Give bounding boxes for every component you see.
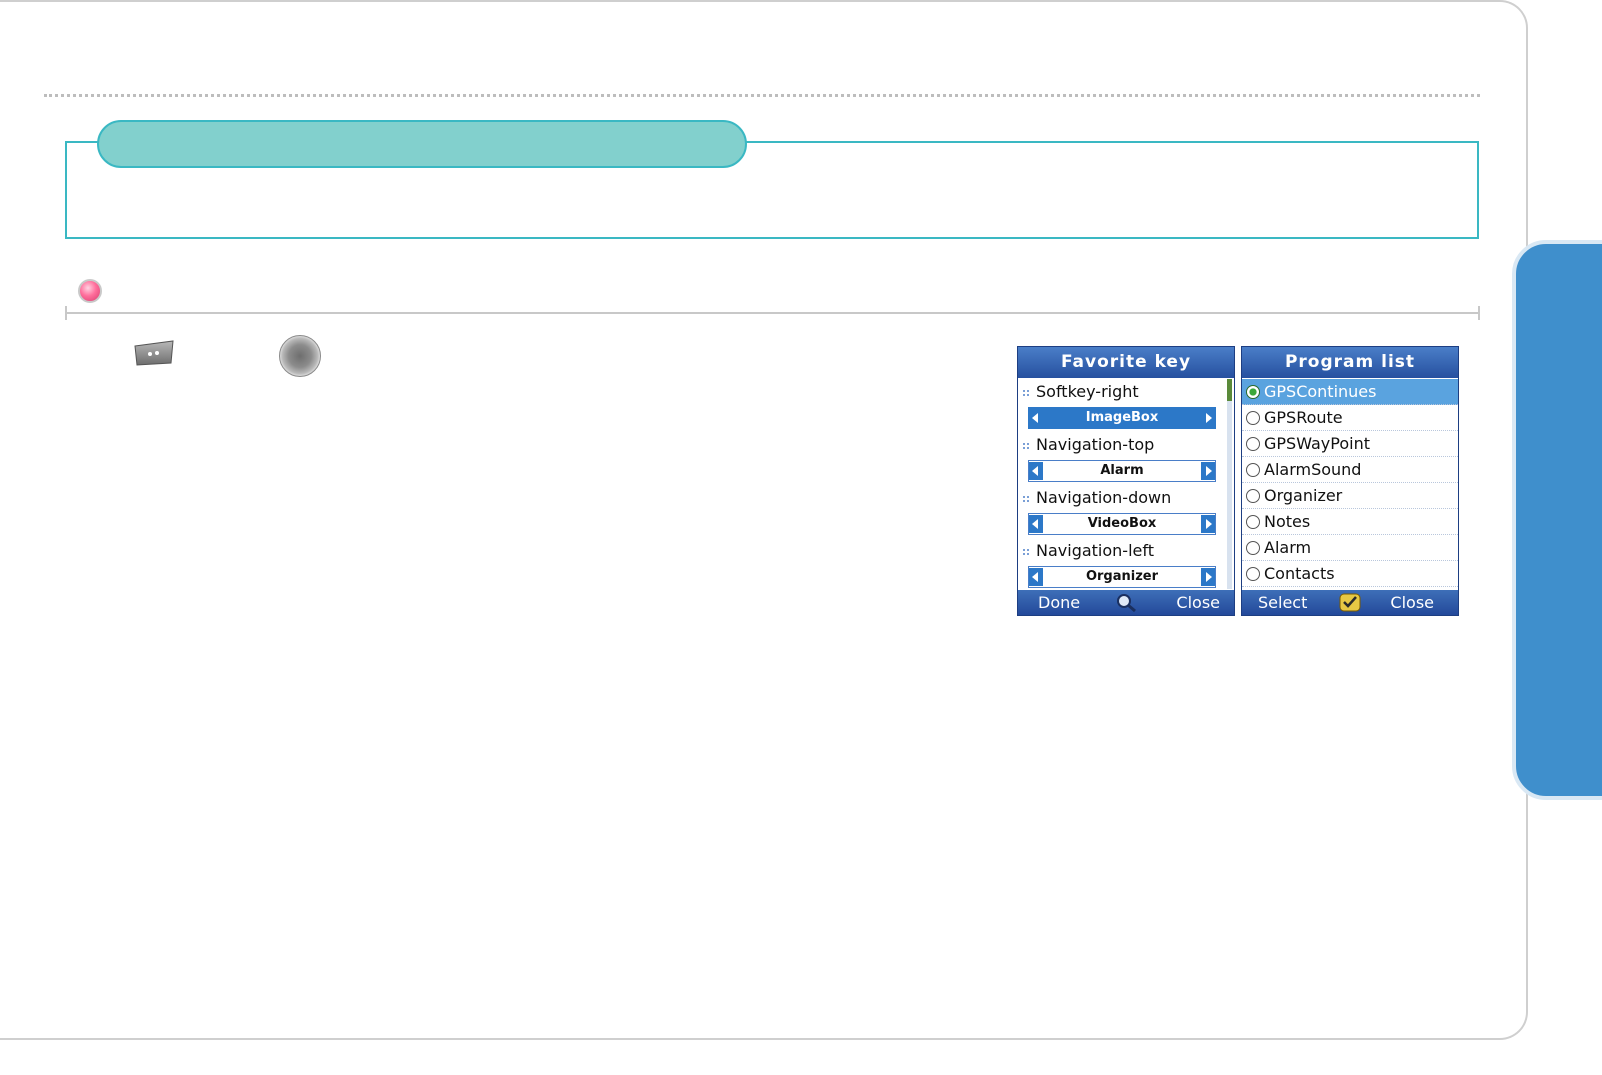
program-list-item[interactable]: GPSWayPoint [1242,431,1458,457]
radio-icon[interactable] [1246,515,1260,529]
program-label: Notes [1264,512,1311,531]
chapter-side-tab[interactable] [1512,240,1602,800]
radio-selected-icon[interactable] [1246,385,1260,399]
divider-cap-right [1478,306,1480,320]
favorite-item-label: Navigation-down [1022,485,1171,511]
program-list-item[interactable]: GPSContinues [1242,379,1458,405]
radio-icon[interactable] [1246,437,1260,451]
program-label: GPSRoute [1264,408,1343,427]
arrow-left-icon[interactable] [1029,462,1043,480]
program-list-item[interactable]: Contacts [1242,561,1458,587]
favorite-key-screen: Favorite key Softkey-right ImageBox Navi… [1017,346,1235,616]
program-list-item[interactable]: Notes [1242,509,1458,535]
screen-title: Program list [1242,347,1458,378]
program-list-screen: Program list GPSContinues GPSRoute GPSWa… [1241,346,1459,616]
scrollbar-thumb[interactable] [1227,379,1232,401]
softkey-select[interactable]: Select [1258,590,1307,615]
radio-icon[interactable] [1246,411,1260,425]
arrow-left-icon[interactable] [1029,409,1043,427]
selector-value: VideoBox [1087,516,1157,531]
softkey-bar: Done Close [1018,590,1234,615]
program-label: Contacts [1264,564,1335,583]
selector-value: Organizer [1085,569,1159,584]
favorite-item-label: Softkey-right [1022,379,1139,405]
divider-cap-left [65,306,67,320]
arrow-left-icon[interactable] [1029,515,1043,533]
favorite-value-selector[interactable]: Alarm [1028,460,1216,482]
arrow-right-icon[interactable] [1201,568,1215,586]
program-list-item[interactable]: GPSRoute [1242,405,1458,431]
softkey-done[interactable]: Done [1038,590,1080,615]
selector-value: ImageBox [1085,410,1159,425]
program-label: AlarmSound [1264,460,1362,479]
program-label: GPSContinues [1264,382,1377,401]
arrow-right-icon[interactable] [1201,409,1215,427]
radio-icon[interactable] [1246,567,1260,581]
program-list-item[interactable]: AlarmSound [1242,457,1458,483]
list-bullet-icon [1022,441,1030,450]
radio-icon[interactable] [1246,541,1260,555]
arrow-right-icon[interactable] [1201,462,1215,480]
favorite-item-label: Navigation-top [1022,432,1154,458]
radio-icon[interactable] [1246,463,1260,477]
program-label: Alarm [1264,538,1312,557]
program-list-item[interactable]: Organizer [1242,483,1458,509]
subsection-divider [66,312,1480,314]
favorite-value-selector[interactable]: VideoBox [1028,513,1216,535]
favorite-item-label: Navigation-left [1022,538,1154,564]
arrow-left-icon[interactable] [1029,568,1043,586]
selector-value: Alarm [1100,463,1144,478]
favorite-value-selector[interactable]: Organizer [1028,566,1216,588]
softkey-close[interactable]: Close [1390,590,1434,615]
right-soft-key-icon [134,340,174,366]
list-bullet-icon [1022,388,1030,397]
list-bullet-icon [1022,547,1030,556]
pink-bullet-icon [78,279,102,303]
scrollbar[interactable] [1227,379,1232,589]
arrow-right-icon[interactable] [1201,515,1215,533]
screen-title: Favorite key [1018,347,1234,378]
program-list-item[interactable]: Alarm [1242,535,1458,561]
radio-icon[interactable] [1246,489,1260,503]
magnifier-icon[interactable] [1114,592,1138,613]
checkmark-icon[interactable] [1338,592,1362,613]
softkey-bar: Select Close [1242,590,1458,615]
favorite-value-selector[interactable]: ImageBox [1028,407,1216,429]
navigation-key-icon [279,335,321,377]
list-bullet-icon [1022,494,1030,503]
section-heading-tab [97,120,747,168]
header-divider [44,94,1480,97]
program-label: GPSWayPoint [1264,434,1370,453]
program-label: Organizer [1264,486,1343,505]
softkey-close[interactable]: Close [1176,590,1220,615]
